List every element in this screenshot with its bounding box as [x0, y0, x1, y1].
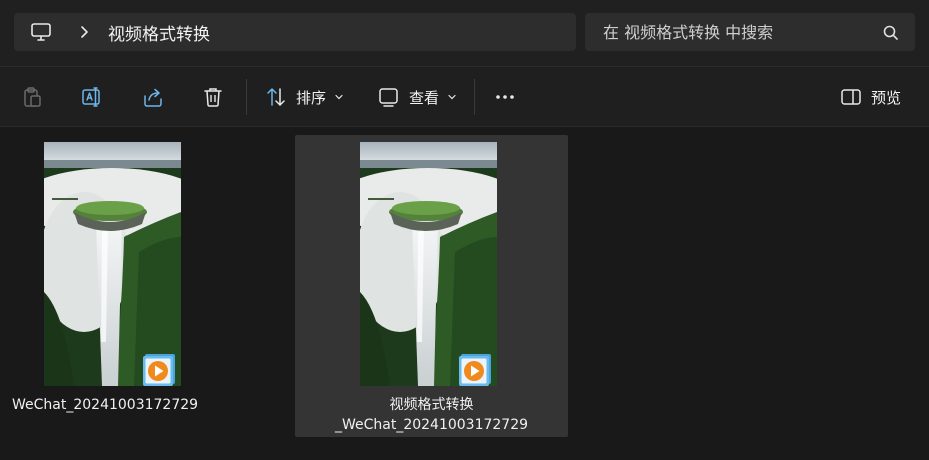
- file-item[interactable]: WeChat_20241003172729: [10, 135, 222, 437]
- command-bar: 排序 查看 预览: [0, 67, 929, 127]
- search-input[interactable]: [585, 13, 915, 51]
- file-name: 视频格式转换 _WeChat_20241003172729: [334, 397, 529, 433]
- toolbar-separator: [474, 79, 475, 115]
- search-icon[interactable]: [882, 24, 900, 42]
- view-button[interactable]: 查看: [377, 81, 457, 113]
- chevron-down-icon: [448, 94, 456, 100]
- rename-icon: [82, 87, 100, 107]
- sort-button[interactable]: 排序: [264, 81, 344, 113]
- share-icon: [144, 88, 162, 107]
- sort-icon: [267, 88, 285, 106]
- address-bar: 视频格式转换: [0, 0, 929, 67]
- view-icon: [379, 88, 398, 107]
- chevron-right-icon[interactable]: [74, 22, 94, 42]
- file-item[interactable]: 视频格式转换 _WeChat_20241003172729: [295, 135, 568, 437]
- media-player-icon: [142, 353, 176, 387]
- video-thumbnail: [360, 142, 497, 386]
- delete-button[interactable]: [201, 81, 225, 113]
- more-icon: [496, 95, 514, 99]
- rename-button[interactable]: [80, 81, 104, 113]
- media-player-icon: [458, 353, 492, 387]
- preview-pane-icon: [841, 89, 861, 105]
- preview-label: 预览: [871, 88, 902, 107]
- toolbar-separator: [246, 79, 247, 115]
- more-options-button[interactable]: [493, 81, 517, 113]
- video-thumbnail: [44, 142, 181, 386]
- file-list: WeChat_20241003172729 视频格式转换 _WeChat_202…: [0, 127, 929, 460]
- this-pc-icon[interactable]: [26, 17, 56, 47]
- file-name: WeChat_20241003172729: [12, 397, 199, 413]
- view-label: 查看: [409, 88, 440, 107]
- clipboard-icon: [24, 87, 41, 107]
- share-button[interactable]: [141, 81, 165, 113]
- chevron-down-icon: [335, 94, 343, 100]
- breadcrumb[interactable]: 视频格式转换: [14, 13, 576, 51]
- breadcrumb-item-folder[interactable]: 视频格式转换: [108, 20, 210, 45]
- paste-button[interactable]: [20, 81, 44, 113]
- sort-label: 排序: [296, 88, 327, 107]
- preview-pane-button[interactable]: 预览: [839, 81, 901, 113]
- trash-icon: [204, 88, 222, 107]
